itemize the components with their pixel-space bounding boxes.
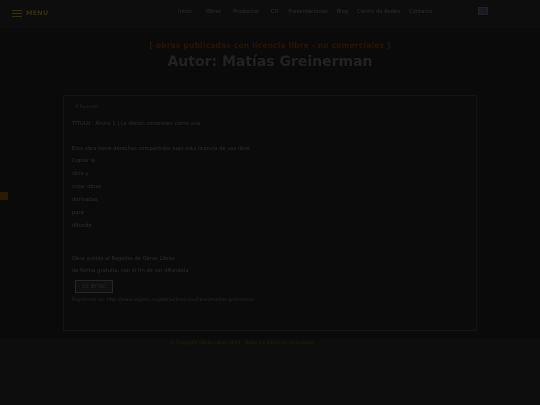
- card-list-item: Copiar la: [72, 158, 96, 164]
- card-line-free: de forma gratuita, con el fin de ser dif…: [72, 268, 189, 274]
- nav-item-presentaciones[interactable]: Presentaciones: [288, 9, 327, 15]
- page-title: Autor: Matías Greinerman: [167, 54, 373, 70]
- side-feedback-tab[interactable]: [0, 192, 8, 200]
- card-list-item: difundir: [72, 223, 93, 229]
- nav-item-cd[interactable]: CD: [271, 9, 279, 15]
- card-line-registry: Obra subida al Registro de Obras Libres: [72, 256, 176, 262]
- top-navigation-bar: MENU Inicio Obras Productos CD Presentac…: [0, 0, 540, 29]
- card-line-license: Esta obra tiene derechos compartidos baj…: [72, 146, 250, 152]
- nav-item-blog[interactable]: Blog: [337, 9, 348, 15]
- card-heading: A Ransom: [75, 105, 99, 110]
- card-list-item: obra y: [72, 171, 89, 177]
- page-subtitle: [ obras publicadas con licencia libre - …: [149, 41, 391, 50]
- creative-commons-badge[interactable]: CC BY-NC: [75, 280, 113, 293]
- card-line-title: TÍTULO · Ahora 1 | Le dieron corazones c…: [72, 121, 201, 127]
- menu-label: MENU: [26, 9, 49, 17]
- language-flag-icon[interactable]: [478, 7, 488, 15]
- menu-button[interactable]: MENU: [12, 9, 48, 17]
- hamburger-icon: [12, 9, 22, 17]
- nav-item-centro-de-redes[interactable]: Centro de Redes: [357, 9, 400, 15]
- work-card: [63, 95, 477, 331]
- nav-item-inicio[interactable]: Inicio: [178, 9, 192, 15]
- card-list-item: para: [72, 210, 84, 216]
- card-list-item: crear obras: [72, 184, 102, 190]
- page-subtitle-wrap: [ obras publicadas con licencia libre - …: [0, 33, 540, 52]
- card-registry-link[interactable]: Registrada en: http://www.registro.org/o…: [72, 298, 255, 303]
- cc-badge-label: CC BY-NC: [82, 283, 106, 290]
- card-list-item: derivadas: [72, 197, 98, 203]
- page-footer: [0, 339, 540, 405]
- nav-item-obras[interactable]: Obras: [206, 9, 221, 15]
- nav-item-productos[interactable]: Productos: [233, 9, 259, 15]
- footer-copyright: © Copyright Obras Libres 2014 · Todos lo…: [170, 341, 314, 346]
- main-nav: Inicio Obras Productos CD Presentaciones…: [178, 9, 432, 15]
- nav-item-contacto[interactable]: Contacto: [409, 9, 432, 15]
